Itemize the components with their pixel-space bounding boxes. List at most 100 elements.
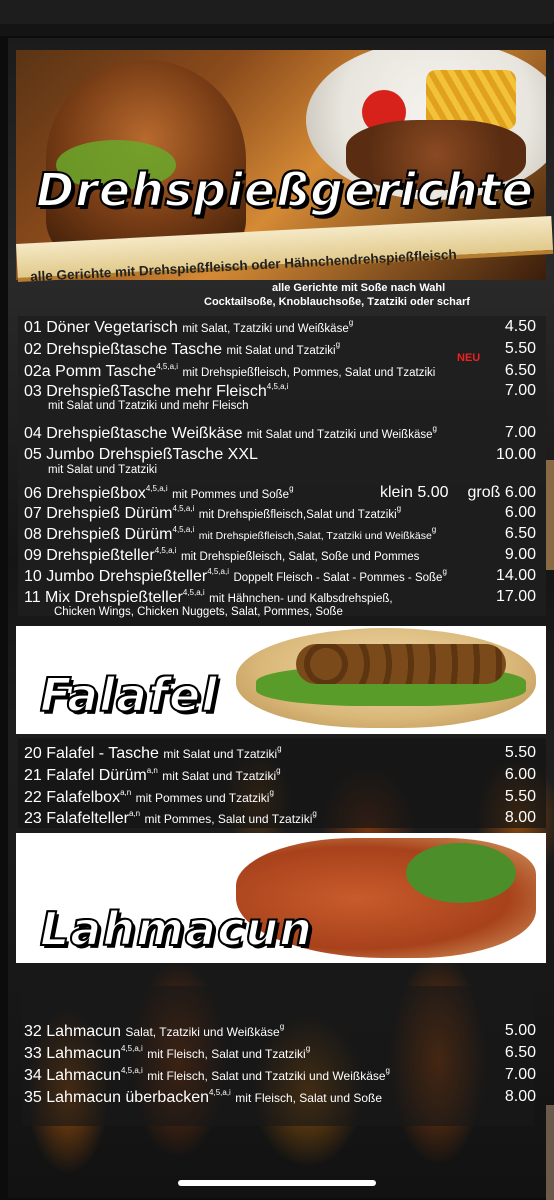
- allergen-code: a,n: [120, 788, 132, 797]
- menu-item[interactable]: 09 Drehspießteller4,5,a,i mit Drehspießl…: [24, 546, 536, 565]
- menu-item[interactable]: 05 Jumbo DrehspießTasche XXL 10.00 mit S…: [24, 446, 536, 476]
- allergen-code: g: [432, 424, 437, 433]
- item-name: 33 Lahmacun: [24, 1045, 121, 1062]
- item-price: 8.00: [504, 1088, 536, 1105]
- home-indicator[interactable]: [178, 1180, 376, 1186]
- drehspiess-title: Drehspießgerichte: [35, 162, 534, 218]
- item-name: 22 Falafelbox: [24, 789, 121, 806]
- allergen-code: g: [279, 1022, 285, 1031]
- item-name: 20 Falafel - Tasche: [24, 745, 159, 762]
- lahmacun-title: Lahmacun: [39, 901, 313, 957]
- item-desc: mit Pommes, Salat und Tzatziki: [144, 812, 313, 826]
- menu-item[interactable]: 06 Drehspießbox4,5,a,i mit Pommes und So…: [24, 484, 536, 503]
- menu-item[interactable]: 22 Falafelboxa,n mit Pommes und Tzatziki…: [24, 788, 536, 807]
- item-desc: mit Fleisch, Salat und Tzatziki und Weiß…: [147, 1069, 386, 1083]
- item-desc: mit Drehspießleisch, Salat, Soße und Pom…: [180, 551, 420, 563]
- item-price: groß 6.00: [467, 484, 536, 501]
- item-price: 5.50: [504, 788, 536, 805]
- item-name: 21 Falafel Dürüm: [24, 767, 147, 784]
- item-desc: mit Salat, Tzatziki und Weißkäse: [182, 323, 349, 335]
- menu-item[interactable]: 02 Drehspießtasche Tasche mit Salat und …: [24, 340, 536, 359]
- allergen-code: 4,5,a,i: [182, 588, 205, 597]
- item-desc: mit Pommes und Soße: [172, 489, 290, 501]
- item-name: 01 Döner Vegetarisch: [24, 319, 178, 336]
- item-name: 04 Drehspießtasche Weißkäse: [24, 425, 243, 442]
- menu-item[interactable]: 21 Falafel Dürüma,n mit Salat und Tzatzi…: [24, 766, 536, 785]
- item-desc: mit Salat und Tzatziki und mehr Fleisch: [48, 400, 249, 412]
- menu-item[interactable]: 10 Jumbo Drehspießteller4,5,a,i Doppelt …: [24, 567, 536, 586]
- item-price: 8.00: [504, 809, 536, 826]
- menu-item[interactable]: 23 Falafeltellera,n mit Pommes, Salat un…: [24, 809, 536, 828]
- item-desc-2: Chicken Wings, Chicken Nuggets, Salat, P…: [54, 606, 343, 618]
- menu-item[interactable]: 07 Drehspieß Dürüm4,5,a,i mit Drehspießf…: [24, 504, 536, 523]
- sauce-options: Cocktailsoße, Knoblauchsoße, Tzatziki od…: [204, 296, 470, 308]
- item-price: 14.00: [495, 567, 536, 584]
- menu-item[interactable]: 03 DrehspießTasche mehr Fleisch4,5,a,i 7…: [24, 382, 536, 412]
- item-price: 7.00: [504, 1066, 536, 1083]
- falafel-title: Falafel: [39, 667, 218, 723]
- item-desc: mit Salat und Tzatziki: [48, 464, 158, 476]
- item-desc: mit Drehspießfleisch, Pommes, Salat und …: [182, 367, 436, 379]
- item-price: 6.50: [504, 362, 536, 379]
- allergen-code: g: [348, 318, 354, 327]
- item-price: 6.50: [504, 1044, 536, 1061]
- item-name: 10 Jumbo Drehspießteller: [24, 568, 208, 585]
- menu-item[interactable]: 02a Pomm Tasche4,5,a,i mit Drehspießflei…: [24, 362, 536, 381]
- item-name: 05 Jumbo DrehspießTasche XXL: [24, 446, 258, 463]
- item-desc: mit Salat und Tzatziki: [162, 769, 277, 783]
- item-price: 6.00: [504, 504, 536, 521]
- falafel-balls-image: [296, 644, 506, 684]
- item-price: 5.50: [504, 340, 536, 357]
- allergen-code: g: [396, 504, 402, 513]
- allergen-code: g: [289, 484, 294, 493]
- item-name: 06 Drehspießbox: [24, 485, 146, 502]
- item-price: 4.50: [504, 318, 536, 335]
- price-small: klein 5.00: [380, 484, 449, 501]
- menu-item[interactable]: 34 Lahmacun4,5,a,i mit Fleisch, Salat un…: [24, 1066, 536, 1085]
- menu-item[interactable]: 33 Lahmacun4,5,a,i mit Fleisch, Salat un…: [24, 1044, 536, 1063]
- item-name: 02 Drehspießtasche Tasche: [24, 341, 223, 358]
- item-name: 03 DrehspießTasche mehr Fleisch: [24, 383, 267, 400]
- allergen-code: g: [431, 525, 437, 534]
- allergen-code: 4,5,a,i: [154, 546, 177, 555]
- menu-item[interactable]: 35 Lahmacun überbacken4,5,a,i mit Fleisc…: [24, 1088, 536, 1107]
- allergen-code: g: [277, 744, 282, 753]
- allergen-code: 4,5,a,i: [209, 1088, 231, 1097]
- item-name: 07 Drehspieß Dürüm: [24, 505, 173, 522]
- menu-item[interactable]: 04 Drehspießtasche Weißkäse mit Salat un…: [24, 424, 536, 443]
- item-desc: mit Fleisch, Salat und Soße: [235, 1091, 383, 1105]
- item-price: 17.00: [495, 588, 536, 605]
- menu-item[interactable]: 08 Drehspieß Dürüm4,5,a,i mit Drehspießf…: [24, 525, 536, 544]
- item-desc: Doppelt Fleisch - Salat - Pommes - Soße: [233, 572, 443, 584]
- side-strip: [546, 460, 554, 570]
- item-desc: mit Fleisch, Salat und Tzatziki: [147, 1047, 306, 1061]
- allergen-code: a,n: [146, 766, 158, 775]
- item-name: 11 Mix Drehspießteller: [24, 589, 183, 606]
- sauce-note: alle Gerichte mit Soße nach Wahl: [272, 282, 446, 294]
- allergen-code: a,n: [128, 809, 141, 818]
- allergen-code: g: [276, 766, 281, 775]
- side-strip-lower: [546, 1105, 554, 1200]
- menu-item[interactable]: 32 Lahmacun Salat, Tzatziki und Weißkäse…: [24, 1022, 536, 1041]
- allergen-code: 4,5,a,i: [120, 1066, 143, 1075]
- item-desc: mit Salat und Tzatziki und Weißkäse: [246, 429, 433, 441]
- item-name: 02a Pomm Tasche: [24, 363, 157, 380]
- status-bar: [0, 0, 554, 36]
- allergen-code: 4,5,a,i: [172, 525, 195, 534]
- item-name: 32 Lahmacun: [24, 1023, 121, 1040]
- menu-item[interactable]: 01 Döner Vegetarisch mit Salat, Tzatziki…: [24, 318, 536, 337]
- menu-item[interactable]: 11 Mix Drehspießteller4,5,a,i mit Hähnch…: [24, 588, 536, 618]
- item-price: 9.00: [504, 546, 536, 563]
- top-handle: [0, 0, 554, 24]
- allergen-code: 4,5,a,i: [266, 382, 289, 391]
- menu-item[interactable]: 20 Falafel - Tasche mit Salat und Tzatzi…: [24, 744, 536, 763]
- allergen-code: 4,5,a,i: [207, 567, 229, 576]
- item-price: 7.00: [504, 382, 536, 399]
- item-price: 5.50: [504, 744, 536, 761]
- item-desc: Salat, Tzatziki und Weißkäse: [125, 1025, 280, 1039]
- allergen-code: 4,5,a,i: [172, 504, 195, 513]
- item-price: 6.00: [504, 766, 536, 783]
- item-price: 5.00: [504, 1022, 536, 1039]
- item-price: 6.50: [504, 525, 536, 542]
- item-name: 35 Lahmacun überbacken: [24, 1089, 210, 1106]
